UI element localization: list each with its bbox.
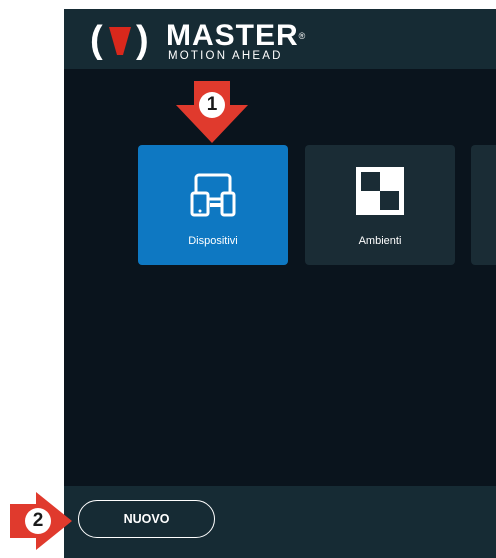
app-header: ( ) MASTER® MOTION AHEAD bbox=[64, 9, 496, 69]
app-footer: NUOVO bbox=[64, 486, 496, 558]
tile-next-partial[interactable] bbox=[471, 145, 496, 265]
logo-tagline: MOTION AHEAD bbox=[168, 50, 283, 62]
app-window: ( ) MASTER® MOTION AHEAD Dispositivi Amb… bbox=[64, 9, 496, 558]
logo-wordmark: MASTER® bbox=[166, 19, 307, 52]
callout-number-1: 1 bbox=[199, 92, 225, 118]
logo-mark-icon: ( ) bbox=[90, 19, 149, 61]
callout-number-2: 2 bbox=[25, 508, 51, 534]
tile-label-dispositivi: Dispositivi bbox=[188, 235, 238, 247]
rooms-checker-icon bbox=[356, 167, 404, 215]
nuovo-button[interactable]: NUOVO bbox=[78, 500, 215, 538]
callout-1: 1 bbox=[174, 79, 250, 147]
tile-dispositivi[interactable]: Dispositivi bbox=[138, 145, 288, 265]
tile-label-ambienti: Ambienti bbox=[358, 235, 402, 247]
tile-ambienti[interactable]: Ambienti bbox=[305, 145, 455, 265]
devices-icon bbox=[190, 173, 236, 217]
callout-2: 2 bbox=[8, 490, 74, 552]
